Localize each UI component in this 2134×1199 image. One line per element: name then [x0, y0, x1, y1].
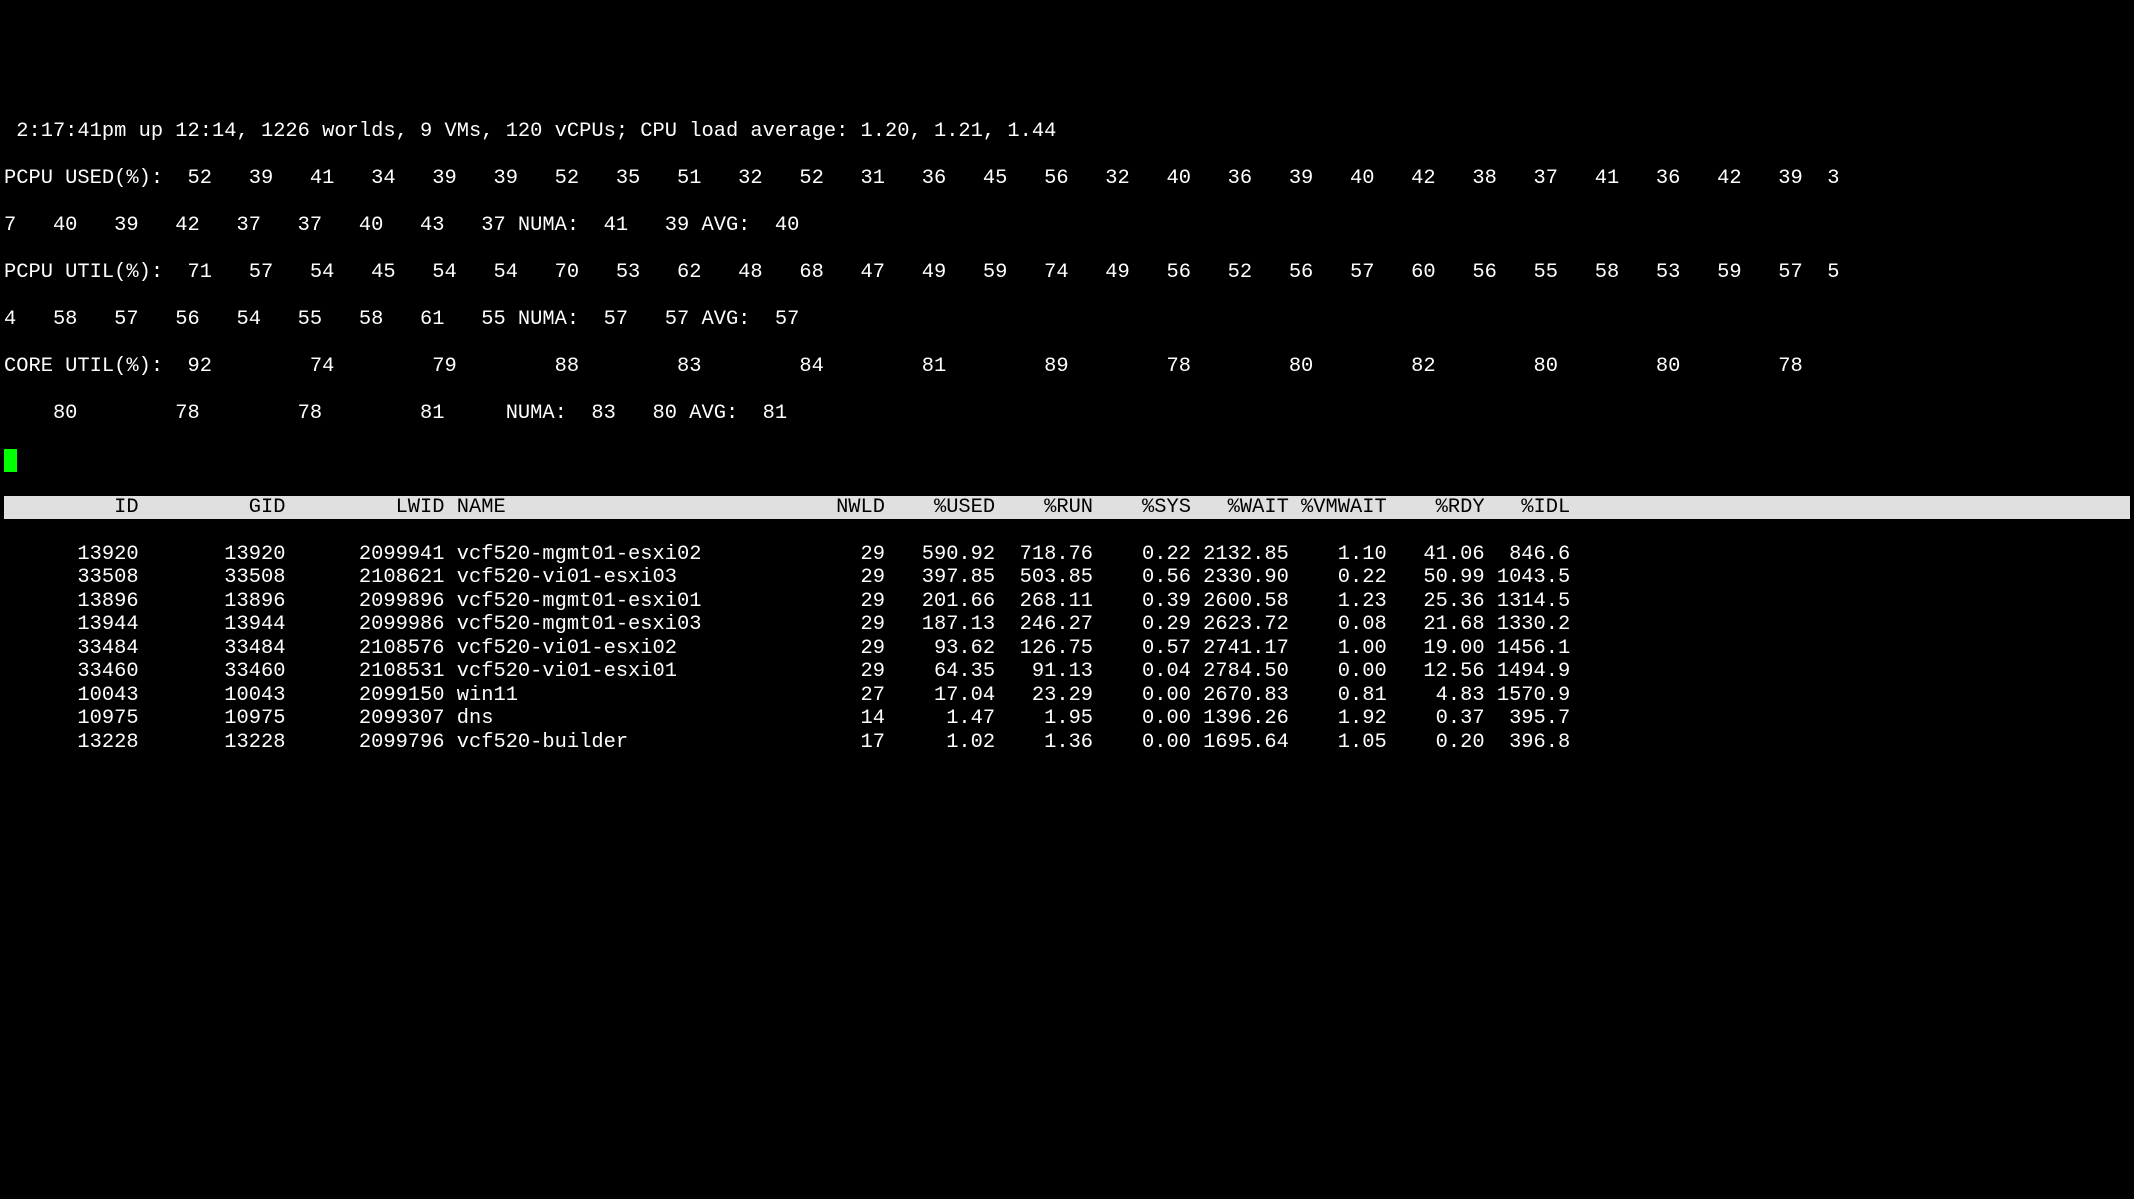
table-row: 33508 33508 2108621 vcf520-vi01-esxi03 2…: [4, 566, 2130, 590]
table-row: 13944 13944 2099986 vcf520-mgmt01-esxi03…: [4, 613, 2130, 637]
table-row: 33484 33484 2108576 vcf520-vi01-esxi02 2…: [4, 637, 2130, 661]
table-row: 13920 13920 2099941 vcf520-mgmt01-esxi02…: [4, 543, 2130, 567]
table-row: 33460 33460 2108531 vcf520-vi01-esxi01 2…: [4, 660, 2130, 684]
process-table-body: 13920 13920 2099941 vcf520-mgmt01-esxi02…: [4, 543, 2130, 755]
core-util-line1: CORE UTIL(%): 92 74 79 88 83 84 81 89 78…: [4, 355, 2130, 379]
cursor-line: [4, 449, 2130, 473]
cursor-icon: [4, 449, 17, 472]
esxtop-terminal[interactable]: 2:17:41pm up 12:14, 1226 worlds, 9 VMs, …: [0, 94, 2134, 780]
table-row: 10043 10043 2099150 win11 27 17.04 23.29…: [4, 684, 2130, 708]
pcpu-used-line1: PCPU USED(%): 52 39 41 34 39 39 52 35 51…: [4, 167, 2130, 191]
uptime-line: 2:17:41pm up 12:14, 1226 worlds, 9 VMs, …: [4, 120, 2130, 144]
table-row: 10975 10975 2099307 dns 14 1.47 1.95 0.0…: [4, 707, 2130, 731]
core-util-line2: 80 78 78 81 NUMA: 83 80 AVG: 81: [4, 402, 2130, 426]
table-header: ID GID LWID NAME NWLD %USED %RUN %SYS %W…: [4, 496, 2130, 520]
pcpu-util-line2: 4 58 57 56 54 55 58 61 55 NUMA: 57 57 AV…: [4, 308, 2130, 332]
pcpu-used-line2: 7 40 39 42 37 37 40 43 37 NUMA: 41 39 AV…: [4, 214, 2130, 238]
table-row: 13228 13228 2099796 vcf520-builder 17 1.…: [4, 731, 2130, 755]
pcpu-util-line1: PCPU UTIL(%): 71 57 54 45 54 54 70 53 62…: [4, 261, 2130, 285]
table-row: 13896 13896 2099896 vcf520-mgmt01-esxi01…: [4, 590, 2130, 614]
